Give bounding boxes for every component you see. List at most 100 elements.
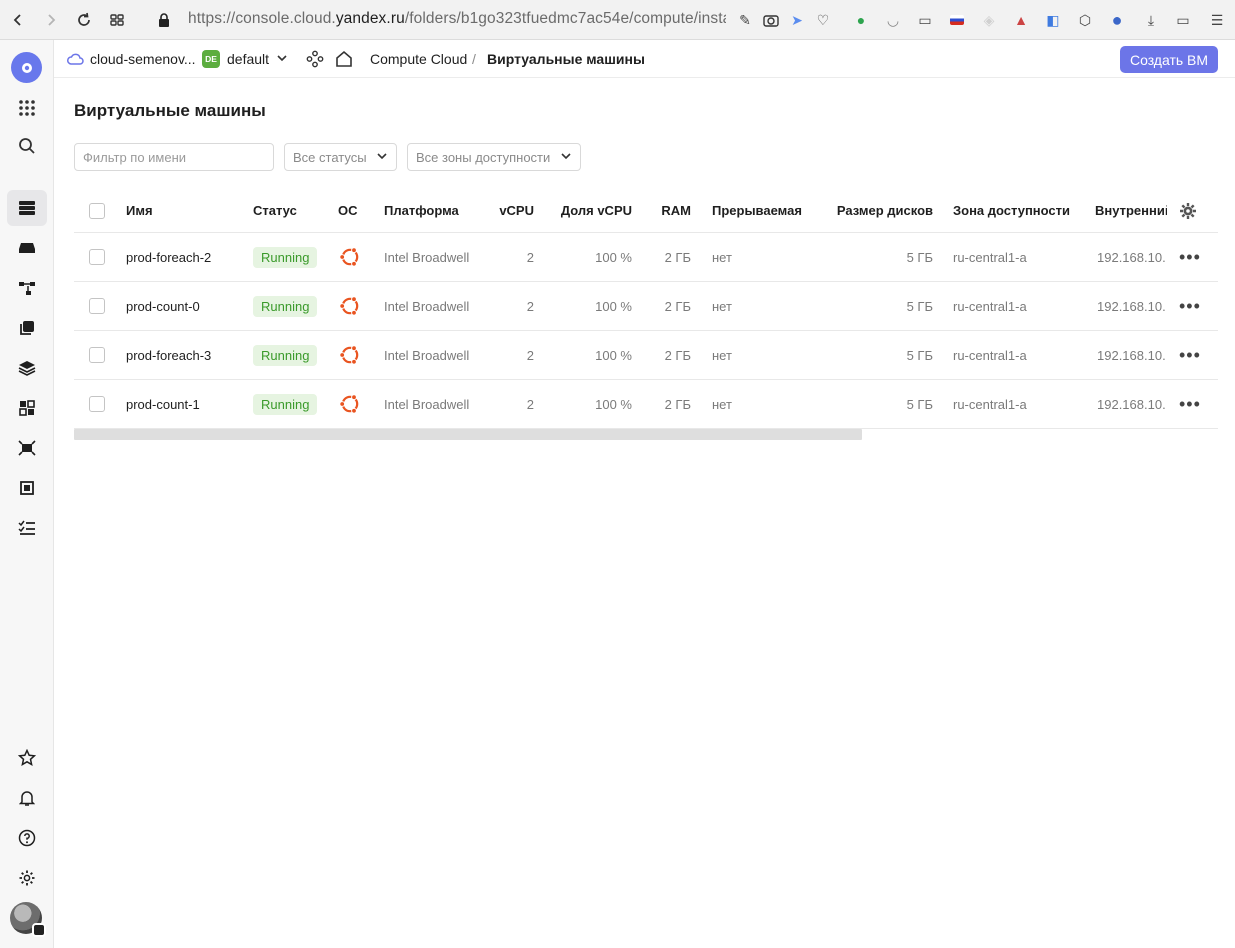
operations-list-icon[interactable]: [7, 510, 47, 546]
page-title: Виртуальные машины: [74, 101, 266, 120]
column-header-disk-size[interactable]: Размер дисков: [824, 189, 933, 232]
disk-size-cell: 5 ГБ: [906, 298, 933, 314]
column-header-vcpu-share[interactable]: Доля vCPU: [544, 189, 632, 232]
extension-warning-icon[interactable]: ▲: [1010, 8, 1032, 32]
translate-icon[interactable]: ◧: [1042, 8, 1064, 32]
vm-name[interactable]: prod-count-0: [126, 282, 200, 330]
notifications-bell-icon[interactable]: [7, 780, 47, 816]
send-icon[interactable]: ➤: [786, 8, 808, 32]
dedicated-hosts-icon[interactable]: [7, 470, 47, 506]
vcpu-share-cell: 100 %: [595, 249, 632, 265]
status-cell: Running: [253, 282, 318, 330]
service-nodes-icon[interactable]: [306, 50, 324, 73]
settings-gear-icon[interactable]: [7, 860, 47, 896]
row-checkbox-cell: [89, 282, 105, 330]
row-checkbox[interactable]: [89, 396, 105, 412]
column-header-platform[interactable]: Платформа: [384, 189, 459, 232]
vcpu-share-cell: 100 %: [595, 298, 632, 314]
disks-icon[interactable]: [7, 230, 47, 266]
cloud-selector[interactable]: cloud-semenov...: [90, 51, 196, 67]
vm-name[interactable]: prod-foreach-3: [126, 331, 211, 379]
column-header-ram[interactable]: RAM: [639, 189, 691, 232]
horizontal-scrollbar[interactable]: [74, 429, 862, 440]
column-header-name[interactable]: Имя: [126, 189, 153, 232]
row-checkbox[interactable]: [89, 298, 105, 314]
preemptible-cell: нет: [712, 347, 732, 363]
row-actions-more-icon[interactable]: •••: [1179, 380, 1201, 428]
user-avatar[interactable]: [10, 902, 46, 937]
network-icon[interactable]: [7, 270, 47, 306]
table-header-row: Имя Статус ОС Платформа vCPU Доля vCPU R…: [74, 189, 1218, 233]
status-filter-select[interactable]: Все статусы: [284, 143, 397, 171]
zone-cell: ru-central1-a: [953, 396, 1027, 412]
ram-cell: 2 ГБ: [664, 298, 691, 314]
address-bar[interactable]: https://console.cloud.yandex.ru/folders/…: [188, 10, 726, 32]
column-header-internal-ip[interactable]: Внутренний: [1095, 189, 1167, 232]
virtual-machines-icon[interactable]: [7, 190, 47, 226]
help-icon[interactable]: [7, 820, 47, 856]
chevron-down-icon[interactable]: [275, 51, 289, 70]
favorites-star-icon[interactable]: [7, 740, 47, 776]
ram-cell: 2 ГБ: [664, 347, 691, 363]
column-header-vcpu[interactable]: vCPU: [474, 189, 534, 232]
row-checkbox[interactable]: [89, 347, 105, 363]
evernote-icon[interactable]: ●: [850, 8, 872, 32]
camera-icon[interactable]: [760, 8, 782, 32]
table-settings-gear-icon[interactable]: [1179, 189, 1197, 232]
preemptible-cell: нет: [712, 396, 732, 412]
column-header-os[interactable]: ОС: [338, 189, 358, 232]
folder-selector[interactable]: default: [227, 51, 269, 67]
images-layers-icon[interactable]: [7, 350, 47, 386]
name-filter-input[interactable]: [74, 143, 274, 171]
row-checkbox[interactable]: [89, 249, 105, 265]
instance-groups-icon[interactable]: [7, 390, 47, 426]
placement-groups-icon[interactable]: [7, 430, 47, 466]
disk-size-cell: 5 ГБ: [906, 396, 933, 412]
breadcrumb-service[interactable]: Compute Cloud: [370, 51, 467, 67]
flag-ru-icon[interactable]: [946, 8, 968, 32]
internal-ip-cell: 192.168.10.: [1097, 396, 1166, 412]
menu-icon[interactable]: ☰: [1206, 8, 1228, 32]
folder-badge: DE: [202, 50, 220, 68]
search-icon[interactable]: [7, 128, 47, 164]
heart-icon[interactable]: ♡: [812, 8, 834, 32]
vcpu-cell: 2: [526, 347, 534, 363]
download-icon[interactable]: ⤓: [1140, 8, 1162, 32]
home-icon[interactable]: [334, 49, 354, 74]
ubuntu-os-icon: [338, 331, 362, 379]
breadcrumb-separator: /: [472, 51, 476, 67]
column-header-zone[interactable]: Зона доступности: [953, 189, 1070, 232]
pocket-icon[interactable]: ◡: [882, 8, 904, 32]
row-actions-more-icon[interactable]: •••: [1179, 282, 1201, 330]
profile-icon[interactable]: ●: [1106, 8, 1128, 32]
box-icon[interactable]: ⬡: [1074, 8, 1096, 32]
row-actions-more-icon[interactable]: •••: [1179, 331, 1201, 379]
column-header-preemptible[interactable]: Прерываемая: [712, 189, 802, 232]
select-all-checkbox[interactable]: [89, 202, 105, 219]
cloud-logo-icon[interactable]: [11, 52, 42, 83]
battery-icon[interactable]: ▭: [1172, 8, 1194, 32]
create-vm-button[interactable]: Создать ВМ: [1120, 46, 1218, 73]
edit-icon[interactable]: ✎: [734, 8, 756, 32]
forward-icon[interactable]: [39, 8, 63, 32]
select-all-checkbox-cell: [89, 189, 105, 232]
reader-icon[interactable]: ▭: [914, 8, 936, 32]
zone-filter-select[interactable]: Все зоны доступности: [407, 143, 581, 171]
vm-name[interactable]: prod-count-1: [126, 380, 200, 428]
table-row[interactable]: prod-count-0 Running Intel Broadwell 2 1…: [74, 282, 1218, 331]
extension-cube-icon[interactable]: ◈: [978, 8, 1000, 32]
row-actions-more-icon[interactable]: •••: [1179, 233, 1201, 281]
column-header-status[interactable]: Статус: [253, 189, 297, 232]
platform-cell: Intel Broadwell: [384, 347, 470, 363]
tabs-grid-icon[interactable]: [105, 8, 129, 32]
table-row[interactable]: prod-foreach-2 Running Intel Broadwell 2…: [74, 233, 1218, 282]
back-icon[interactable]: [6, 8, 30, 32]
snapshots-icon[interactable]: [7, 310, 47, 346]
table-row[interactable]: prod-foreach-3 Running Intel Broadwell 2…: [74, 331, 1218, 380]
services-grid-icon[interactable]: [7, 90, 47, 126]
table-row[interactable]: prod-count-1 Running Intel Broadwell 2 1…: [74, 380, 1218, 429]
reload-icon[interactable]: [72, 8, 96, 32]
vm-name[interactable]: prod-foreach-2: [126, 233, 211, 281]
internal-ip-cell: 192.168.10.: [1097, 347, 1166, 363]
zone-cell: ru-central1-a: [953, 298, 1027, 314]
